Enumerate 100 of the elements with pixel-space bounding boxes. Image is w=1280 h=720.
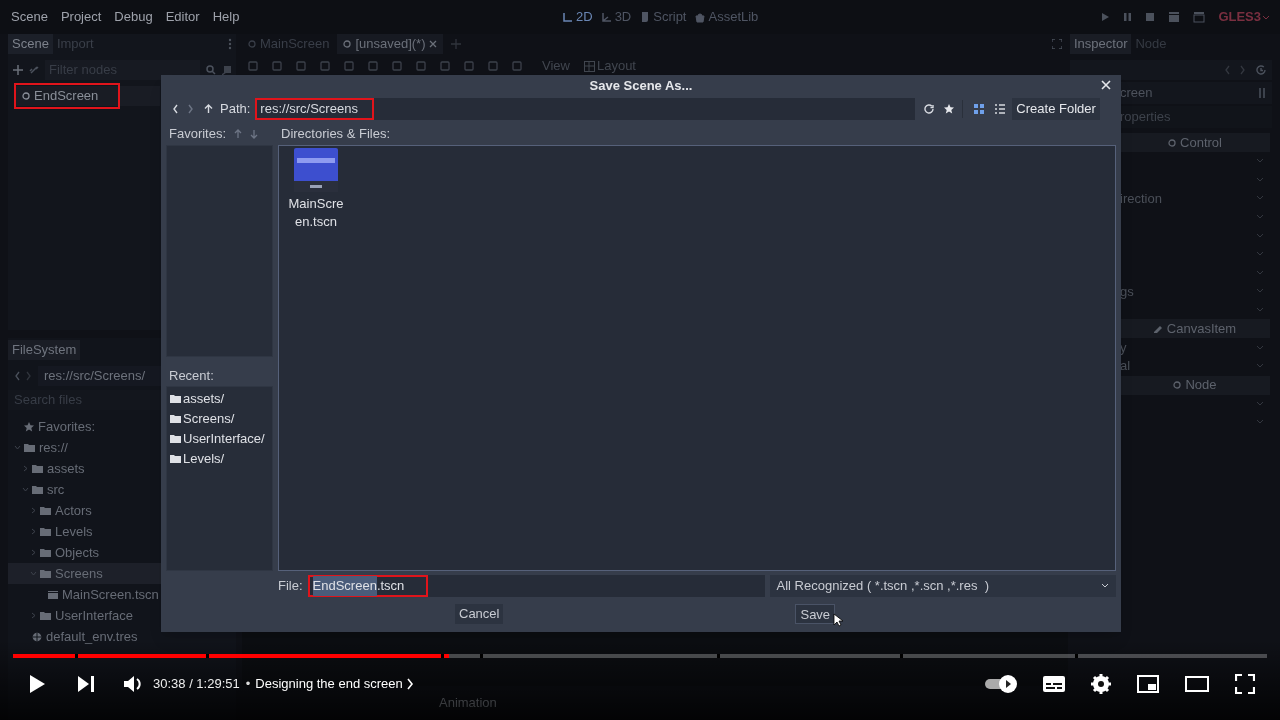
chevron-icon[interactable] bbox=[1256, 400, 1264, 407]
tool-icon[interactable] bbox=[464, 61, 474, 71]
subtitles-icon[interactable] bbox=[1043, 676, 1065, 692]
panel-tab[interactable]: Animation bbox=[439, 693, 497, 713]
node-icon bbox=[248, 40, 256, 48]
clapboard-icon[interactable] bbox=[1193, 11, 1206, 23]
chevron-icon[interactable] bbox=[1256, 176, 1264, 183]
menu-item[interactable]: Scene bbox=[11, 7, 48, 27]
filter-dropdown[interactable]: All Recognized ( *.tscn ,*.scn ,*.res ) bbox=[769, 575, 1116, 597]
folder-icon bbox=[170, 414, 181, 424]
stop-icon[interactable] bbox=[1145, 12, 1156, 22]
tool-icon[interactable] bbox=[344, 61, 354, 71]
file-item[interactable]: MainScreen.tscn bbox=[283, 148, 349, 231]
pause-icon[interactable] bbox=[1123, 12, 1133, 22]
renderer-dropdown[interactable]: GLES3 bbox=[1218, 7, 1270, 27]
autoplay-toggle[interactable] bbox=[985, 675, 1017, 693]
grid-view-icon[interactable] bbox=[974, 104, 985, 114]
chevron-icon[interactable] bbox=[1256, 158, 1264, 165]
tool-icon[interactable] bbox=[272, 61, 282, 71]
menu-item[interactable]: Project bbox=[60, 7, 102, 27]
file-tree-item[interactable]: UserInterface bbox=[8, 605, 236, 626]
tool-icon[interactable] bbox=[296, 61, 306, 71]
recent-item[interactable]: Screens/ bbox=[167, 409, 272, 429]
history-icon[interactable] bbox=[1256, 65, 1266, 75]
chevron-icon[interactable] bbox=[1256, 232, 1264, 239]
workspace-tab[interactable]: Script bbox=[639, 7, 687, 27]
chevron-icon[interactable] bbox=[1256, 344, 1264, 351]
chevron-icon[interactable] bbox=[1256, 214, 1264, 221]
workspace-tab[interactable]: AssetLib bbox=[694, 7, 759, 27]
up-arrow-icon[interactable] bbox=[204, 104, 213, 114]
next-icon[interactable] bbox=[77, 675, 95, 693]
create-folder-button[interactable]: Create Folder bbox=[1012, 98, 1100, 120]
chevron-icon[interactable] bbox=[1256, 195, 1264, 202]
sliders-icon[interactable] bbox=[1258, 88, 1266, 98]
cancel-button[interactable]: Cancel bbox=[455, 604, 504, 624]
clapboard-icon bbox=[48, 589, 58, 600]
time-display: 30:38 / 1:29:51 bbox=[153, 675, 240, 694]
menu-item[interactable]: Editor bbox=[165, 7, 200, 27]
search-icon[interactable] bbox=[206, 65, 216, 75]
theater-icon[interactable] bbox=[1185, 676, 1209, 692]
file-tree-item[interactable]: Actors bbox=[8, 500, 236, 521]
scene-node[interactable]: EndScreen bbox=[14, 86, 160, 106]
tool-icon[interactable] bbox=[512, 61, 522, 71]
tool-icon[interactable] bbox=[248, 61, 258, 71]
chevron-icon[interactable] bbox=[1256, 363, 1264, 370]
path-field[interactable]: res://src/Screens bbox=[255, 98, 916, 120]
star-icon bbox=[24, 421, 34, 432]
file-tree-item[interactable]: Levels bbox=[8, 521, 236, 542]
forward-icon[interactable] bbox=[188, 104, 194, 114]
menu-item[interactable]: Help bbox=[212, 7, 240, 27]
dock-tab[interactable]: Scene bbox=[8, 34, 53, 54]
file-tree-item[interactable]: src bbox=[8, 479, 236, 500]
workspace-tab[interactable]: 2D bbox=[562, 7, 593, 27]
add-icon[interactable] bbox=[13, 65, 23, 75]
chevron-icon[interactable] bbox=[1256, 251, 1264, 258]
volume-icon[interactable] bbox=[123, 674, 143, 694]
star-icon[interactable] bbox=[944, 104, 955, 114]
document-tab[interactable]: [unsaved](*) bbox=[337, 34, 444, 54]
tool-icon[interactable] bbox=[488, 61, 498, 71]
forward-icon[interactable] bbox=[1240, 65, 1246, 75]
move-up-icon[interactable] bbox=[234, 129, 243, 139]
view-menu[interactable]: View bbox=[542, 56, 570, 76]
chevron-icon[interactable] bbox=[1256, 269, 1264, 276]
tool-icon[interactable] bbox=[320, 61, 330, 71]
chevron-icon[interactable] bbox=[1256, 307, 1264, 314]
dock-tab[interactable]: Inspector bbox=[1070, 34, 1132, 54]
tool-icon[interactable] bbox=[440, 61, 450, 71]
forward-icon[interactable] bbox=[26, 371, 32, 381]
chapter-button[interactable]: Designing the end screen bbox=[255, 674, 414, 694]
tool-icon[interactable] bbox=[368, 61, 378, 71]
save-button[interactable]: Save bbox=[795, 604, 836, 624]
play-icon[interactable] bbox=[28, 674, 46, 694]
progress-bar[interactable] bbox=[13, 654, 1267, 658]
clapboard-icon[interactable] bbox=[1168, 11, 1181, 23]
file-label: File: bbox=[278, 577, 303, 596]
recent-item[interactable]: Levels/ bbox=[167, 449, 272, 469]
dock-tab[interactable]: FileSystem bbox=[8, 340, 81, 360]
more-icon[interactable] bbox=[228, 38, 232, 50]
miniplayer-icon[interactable] bbox=[1137, 675, 1159, 693]
workspace-tab[interactable]: 3D bbox=[600, 7, 632, 27]
file-name-field[interactable]: EndScreen.tscn bbox=[307, 575, 765, 597]
file-tree-item[interactable]: MainScreen.tscn bbox=[8, 584, 236, 605]
script-icon[interactable] bbox=[222, 64, 232, 76]
refresh-icon[interactable] bbox=[924, 104, 935, 114]
file-tree-item[interactable]: default_env.tres bbox=[8, 626, 236, 647]
recent-item[interactable]: UserInterface/ bbox=[167, 429, 272, 449]
move-down-icon[interactable] bbox=[250, 129, 259, 139]
property-label: irection bbox=[1120, 189, 1162, 208]
layout-menu[interactable]: Layout bbox=[583, 56, 636, 76]
chevron-icon[interactable] bbox=[1256, 288, 1264, 295]
folder-icon bbox=[170, 454, 181, 464]
link-icon[interactable] bbox=[29, 65, 39, 75]
list-view-icon[interactable] bbox=[995, 104, 1006, 114]
close-icon[interactable] bbox=[429, 40, 438, 48]
menu-item[interactable]: Debug bbox=[114, 7, 153, 27]
chevron-icon[interactable] bbox=[1256, 419, 1264, 426]
tool-icon[interactable] bbox=[392, 61, 402, 71]
file-tree-item[interactable]: Objects bbox=[8, 542, 236, 563]
settings-icon[interactable] bbox=[1091, 674, 1111, 694]
tool-icon[interactable] bbox=[416, 61, 426, 71]
